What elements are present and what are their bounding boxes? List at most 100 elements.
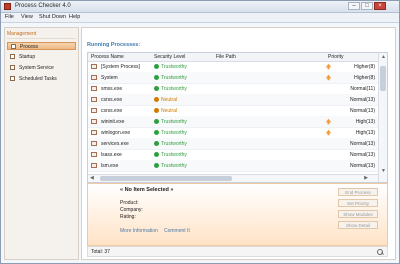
set-priority-button[interactable]: Set Priority — [338, 199, 378, 207]
priority: Normal(13) — [349, 108, 375, 114]
product-label: Product: — [120, 200, 139, 206]
menu-file[interactable]: File — [5, 14, 14, 20]
shield-icon — [154, 119, 159, 124]
sidebar-item-process[interactable]: Process — [7, 42, 76, 50]
sidebar-item-tasks[interactable]: Scheduled Tasks — [7, 75, 76, 83]
column-priority[interactable]: Priority — [328, 54, 344, 60]
vertical-scrollbar[interactable]: ▲ ▼ — [378, 53, 387, 182]
process-icon — [91, 86, 97, 91]
startup-icon — [10, 54, 15, 59]
menu-view[interactable]: View — [21, 14, 33, 20]
total-count: Total: 37 — [91, 249, 110, 255]
process-icon — [91, 152, 97, 157]
up-arrow-icon — [325, 74, 332, 81]
process-name: lsass.exe — [101, 152, 122, 158]
process-icon — [91, 130, 97, 135]
sidebar-item-service[interactable]: System Service — [7, 64, 76, 72]
minimize-button[interactable]: – — [348, 2, 360, 10]
priority: Higher(8) — [354, 75, 375, 81]
close-button[interactable]: × — [374, 2, 386, 10]
priority: High(13) — [355, 130, 375, 136]
scroll-thumb[interactable] — [380, 66, 386, 91]
process-name: csrss.exe — [101, 108, 123, 114]
shield-icon — [154, 64, 159, 69]
menu-shutdown[interactable]: Shut Down — [39, 14, 66, 20]
priority: Higher(8) — [354, 64, 375, 70]
maximize-button[interactable]: □ — [361, 2, 373, 10]
security-level: Neutral — [161, 97, 178, 103]
priority: High(13) — [355, 119, 375, 125]
process-name: smss.exe — [101, 86, 123, 92]
priority: Normal(13) — [349, 163, 375, 169]
process-icon — [11, 44, 16, 49]
no-item-label: « No Item Selected » — [120, 187, 174, 193]
column-process-name[interactable]: Process Name — [91, 54, 124, 60]
process-icon — [91, 97, 97, 102]
scroll-up-icon[interactable]: ▲ — [381, 54, 386, 60]
process-name: System — [101, 75, 118, 81]
shield-icon — [154, 86, 159, 91]
process-name: lsm.exe — [101, 163, 119, 169]
window-title: Process Checker 4.0 — [15, 3, 71, 9]
process-icon — [91, 64, 97, 69]
table-row[interactable]: lsm.exe Trustworthy Normal(13) — [88, 160, 378, 172]
shield-icon — [154, 141, 159, 146]
details-panel: « No Item Selected » Product: Company: R… — [87, 183, 388, 246]
process-name: [System Process] — [101, 64, 140, 70]
rating-label: Rating: — [120, 214, 136, 220]
process-icon — [91, 119, 97, 124]
up-arrow-icon — [325, 63, 332, 70]
company-label: Company: — [120, 207, 143, 213]
up-arrow-icon — [325, 129, 332, 136]
process-icon — [91, 163, 97, 168]
process-icon — [91, 108, 97, 113]
main-window: Process Checker 4.0 – □ × File View Shut… — [0, 0, 400, 264]
sidebar-header: Management — [7, 31, 76, 39]
scroll-right-icon[interactable]: ▶ — [364, 175, 368, 181]
sidebar-item-label: Startup — [19, 54, 36, 60]
shield-icon — [154, 130, 159, 135]
sidebar-item-label: Process — [20, 44, 39, 50]
status-bar: Total: 37 — [87, 246, 388, 257]
column-file-path[interactable]: File Path — [216, 54, 236, 60]
security-level: Trustworthy — [161, 130, 187, 136]
sidebar-item-label: Scheduled Tasks — [19, 76, 57, 82]
security-level: Trustworthy — [161, 152, 187, 158]
priority: Normal(13) — [349, 97, 375, 103]
column-security-level[interactable]: Security Level — [154, 54, 185, 60]
security-level: Trustworthy — [161, 119, 187, 125]
process-table: Process Name Security Level File Path Pr… — [87, 52, 388, 183]
title-bar[interactable]: Process Checker 4.0 – □ × — [1, 1, 399, 13]
security-level: Trustworthy — [161, 163, 187, 169]
process-icon — [91, 141, 97, 146]
shield-icon — [154, 75, 159, 80]
app-icon — [4, 3, 11, 10]
sidebar-item-startup[interactable]: Startup — [7, 53, 76, 61]
search-icon[interactable] — [377, 249, 383, 255]
up-arrow-icon — [325, 118, 332, 125]
security-level: Trustworthy — [161, 141, 187, 147]
shield-icon — [154, 152, 159, 157]
scroll-thumb[interactable] — [100, 176, 232, 181]
more-information-link[interactable]: More Information — [120, 228, 158, 234]
scroll-left-icon[interactable]: ◀ — [90, 175, 94, 181]
menu-help[interactable]: Help — [69, 14, 80, 20]
main-panel: Running Processes: Process Name Security… — [81, 27, 396, 260]
show-modules-button[interactable]: Show Modules — [338, 210, 378, 218]
scroll-down-icon[interactable]: ▼ — [381, 168, 386, 174]
process-name: wininit.exe — [101, 119, 125, 125]
horizontal-scrollbar[interactable]: ◀ ▶ — [88, 174, 378, 182]
show-detail-button[interactable]: Show Detail — [338, 221, 378, 229]
security-level: Trustworthy — [161, 64, 187, 70]
warning-shield-icon — [154, 108, 159, 113]
sidebar-item-label: System Service — [19, 65, 54, 71]
menu-bar: File View Shut Down Help — [1, 13, 399, 23]
end-process-button[interactable]: End Process — [338, 188, 378, 196]
process-name: csrss.exe — [101, 97, 123, 103]
priority: Normal(13) — [349, 152, 375, 158]
security-level: Neutral — [161, 108, 178, 114]
process-name: winlogon.exe — [101, 130, 131, 136]
priority: Normal(11) — [350, 86, 375, 92]
comment-link[interactable]: Comment It — [164, 228, 190, 234]
process-name: services.exe — [101, 141, 129, 147]
